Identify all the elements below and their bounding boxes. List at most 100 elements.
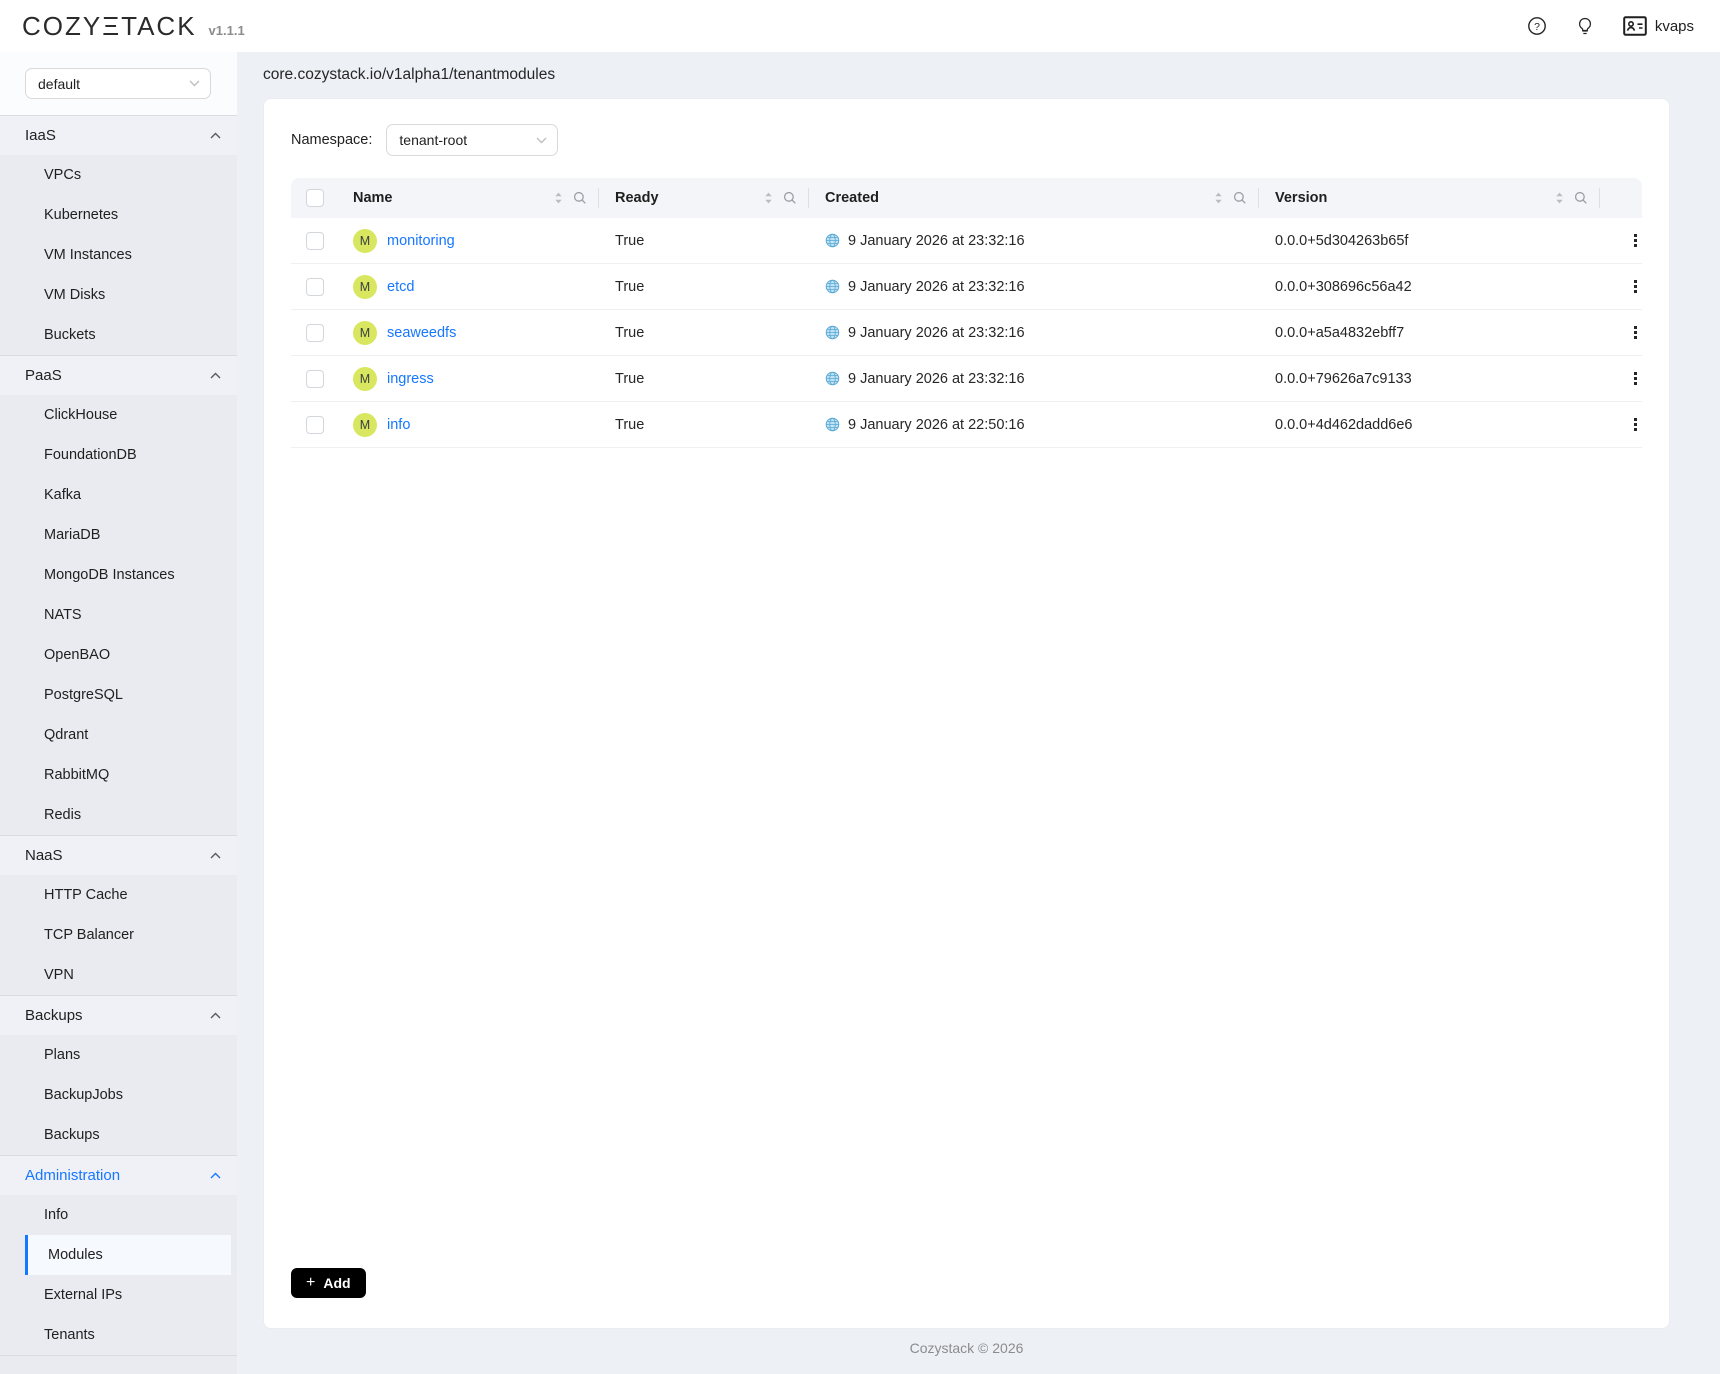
row-actions-kebab-icon[interactable] [1630,368,1641,389]
sidebar-item[interactable]: Modules [25,1235,231,1275]
sidebar-item[interactable]: VPCs [0,155,237,195]
sidebar-item[interactable]: MongoDB Instances [0,555,237,595]
sidebar-item-label: HTTP Cache [44,887,128,903]
module-avatar: M [353,321,377,345]
sidebar-item[interactable]: Redis [0,795,237,835]
chevron-up-icon [210,132,221,139]
sidebar-item[interactable]: NATS [0,595,237,635]
sidebar-item[interactable]: VM Instances [0,235,237,275]
sidebar-item-label: Qdrant [44,727,88,743]
module-name-link[interactable]: seaweedfs [387,325,456,341]
row-actions-kebab-icon[interactable] [1630,414,1641,435]
row-actions-kebab-icon[interactable] [1630,322,1641,343]
sort-icon[interactable] [764,191,773,205]
module-name-link[interactable]: info [387,417,410,433]
sidebar-item-label: Redis [44,807,81,823]
chevron-up-icon [210,852,221,859]
namespace-label: Namespace: [291,132,372,148]
breadcrumb: core.cozystack.io/v1alpha1/tenantmodules [263,64,1670,98]
search-icon[interactable] [783,191,797,205]
sidebar-item[interactable]: Qdrant [0,715,237,755]
globe-icon [825,279,840,294]
table-row: M etcd True 9 January 2026 at 23:32:16 0… [291,264,1642,310]
module-avatar: M [353,275,377,299]
column-title: Name [353,190,393,206]
row-checkbox[interactable] [306,278,324,296]
section-label: NaaS [25,847,63,864]
table-header-row: Name Ready [291,178,1642,218]
search-icon[interactable] [573,191,587,205]
sidebar-item[interactable]: FoundationDB [0,435,237,475]
version-value: 0.0.0+5d304263b65f [1259,233,1600,249]
module-avatar: M [353,367,377,391]
sidebar: default IaaS VPCs Kubernetes VM Instance… [0,52,237,1374]
context-select[interactable]: default [25,68,211,99]
add-button-label: Add [323,1275,350,1291]
sidebar-section-backups[interactable]: Backups [0,995,237,1035]
module-name-link[interactable]: ingress [387,371,434,387]
sidebar-item[interactable]: RabbitMQ [0,755,237,795]
row-checkbox[interactable] [306,232,324,250]
module-avatar: M [353,413,377,437]
sidebar-section-naas[interactable]: NaaS [0,835,237,875]
sort-icon[interactable] [554,191,563,205]
page-footer: Cozystack © 2026 [263,1329,1670,1366]
sidebar-section-administration[interactable]: Administration [0,1155,237,1195]
sidebar-item[interactable]: Backups [0,1115,237,1155]
sidebar-item[interactable]: PostgreSQL [0,675,237,715]
table-row: M seaweedfs True 9 January 2026 at 23:32… [291,310,1642,356]
sidebar-item-label: BackupJobs [44,1087,123,1103]
sidebar-item[interactable]: Kubernetes [0,195,237,235]
row-checkbox[interactable] [306,370,324,388]
top-bar: COZYΞTACK v1.1.1 ? kvaps [0,0,1720,52]
sort-icon[interactable] [1214,191,1223,205]
sidebar-item-label: ClickHouse [44,407,117,423]
sidebar-item[interactable]: Buckets [0,315,237,355]
row-actions-kebab-icon[interactable] [1630,276,1641,297]
lightbulb-theme-icon[interactable] [1575,16,1595,36]
user-card-icon [1623,16,1647,36]
sidebar-item-label: PostgreSQL [44,687,123,703]
sidebar-item[interactable]: HTTP Cache [0,875,237,915]
add-button[interactable]: + Add [291,1268,366,1298]
header-cell-name: Name [337,178,599,218]
table-body: M monitoring True 9 January 2026 at 23:3… [291,218,1642,448]
user-menu[interactable]: kvaps [1623,16,1694,36]
main-content: core.cozystack.io/v1alpha1/tenantmodules… [237,52,1720,1374]
sort-icon[interactable] [1555,191,1564,205]
sidebar-section-iaas[interactable]: IaaS [0,115,237,155]
help-icon[interactable]: ? [1527,16,1547,36]
sidebar-item[interactable]: Plans [0,1035,237,1075]
sidebar-item[interactable]: Info [0,1195,237,1235]
sidebar-item[interactable]: Kafka [0,475,237,515]
sidebar-item[interactable]: BackupJobs [0,1075,237,1115]
sidebar-context: default [0,52,237,115]
chevron-up-icon [210,372,221,379]
column-title: Ready [615,190,659,206]
sidebar-item[interactable]: Tenants [0,1315,237,1355]
sidebar-item[interactable]: MariaDB [0,515,237,555]
search-icon[interactable] [1574,191,1588,205]
globe-icon [825,233,840,248]
sidebar-item[interactable]: VM Disks [0,275,237,315]
search-icon[interactable] [1233,191,1247,205]
row-checkbox[interactable] [306,416,324,434]
sidebar-group-naas: HTTP Cache TCP Balancer VPN [0,875,237,995]
table-row: M info True 9 January 2026 at 22:50:16 0… [291,402,1642,448]
sidebar-item[interactable]: ClickHouse [0,395,237,435]
namespace-select[interactable]: tenant-root [386,124,558,156]
module-name-link[interactable]: etcd [387,279,414,295]
globe-icon [825,417,840,432]
sidebar-item-label: Buckets [44,327,96,343]
module-name-link[interactable]: monitoring [387,233,455,249]
sidebar-item-label: NATS [44,607,82,623]
sidebar-section-paas[interactable]: PaaS [0,355,237,395]
select-all-checkbox[interactable] [306,189,324,207]
sidebar-item[interactable]: VPN [0,955,237,995]
row-actions-kebab-icon[interactable] [1630,230,1641,251]
row-checkbox[interactable] [306,324,324,342]
sidebar-item[interactable]: OpenBAO [0,635,237,675]
sidebar-item-label: Plans [44,1047,80,1063]
sidebar-item[interactable]: External IPs [0,1275,237,1315]
sidebar-item[interactable]: TCP Balancer [0,915,237,955]
